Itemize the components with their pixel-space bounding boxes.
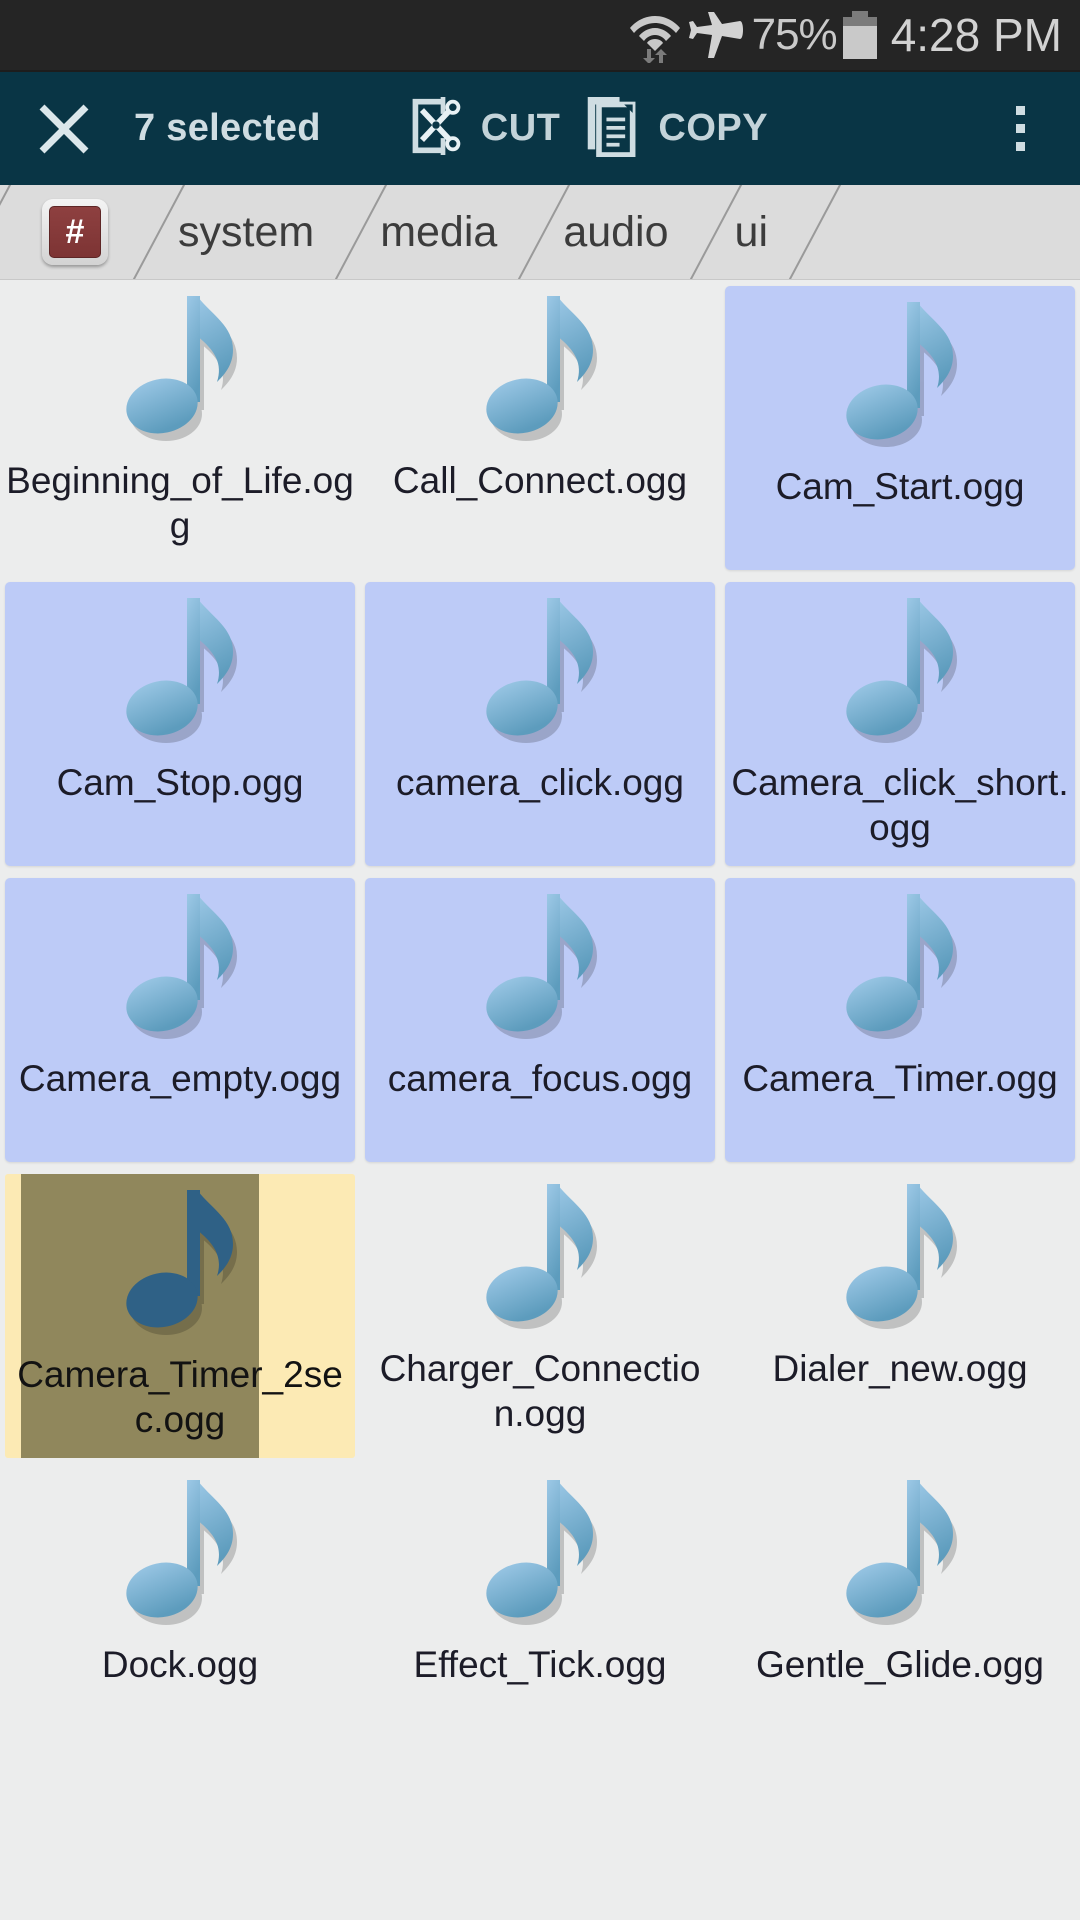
file-name-label: Dock.ogg	[101, 1644, 259, 1685]
music-note-icon	[105, 598, 255, 758]
copy-button[interactable]: COPY	[572, 72, 780, 185]
file-name-label: Camera_empty.ogg	[18, 1058, 342, 1099]
file-tile[interactable]: Camera_Timer.ogg	[725, 878, 1075, 1162]
file-name-label: Gentle_Glide.ogg	[756, 1644, 1044, 1685]
music-note-icon	[105, 1190, 255, 1350]
music-note-icon	[465, 894, 615, 1054]
file-tile[interactable]: Beginning_of_Life.ogg	[0, 280, 360, 576]
breadcrumb-item-ui[interactable]: ui	[695, 185, 794, 279]
selection-count-label: 7 selected	[134, 107, 321, 149]
file-name-label: Beginning_of_Life.ogg	[6, 460, 354, 547]
music-note-icon	[465, 598, 615, 758]
breadcrumb-item-root[interactable]: #	[0, 185, 138, 279]
music-note-icon	[105, 296, 255, 456]
battery-percent-label: 75%	[751, 10, 838, 59]
file-name-label: camera_focus.ogg	[387, 1058, 693, 1099]
breadcrumb-item-media[interactable]: media	[340, 185, 523, 279]
cut-icon	[407, 95, 465, 162]
file-tile[interactable]: camera_click.ogg	[365, 582, 715, 866]
copy-label: COPY	[658, 107, 769, 149]
wifi-icon	[628, 7, 682, 63]
file-name-label: Charger_Connection.ogg	[379, 1348, 701, 1435]
file-tile[interactable]: Cam_Stop.ogg	[5, 582, 355, 866]
root-hash-icon: #	[42, 199, 108, 265]
music-note-icon	[825, 894, 975, 1054]
file-tile[interactable]: Charger_Connection.ogg	[360, 1168, 720, 1464]
breadcrumb: # system media audio ui	[0, 185, 1080, 280]
file-name-label: Camera_click_short.ogg	[731, 762, 1069, 849]
file-tile[interactable]: Call_Connect.ogg	[360, 280, 720, 576]
file-name-label: Camera_Timer.ogg	[742, 1058, 1058, 1099]
music-note-icon	[105, 894, 255, 1054]
file-name-label: Dialer_new.ogg	[772, 1348, 1028, 1389]
file-tile[interactable]: Camera_empty.ogg	[5, 878, 355, 1162]
music-note-icon	[465, 1184, 615, 1344]
file-tile[interactable]: Dock.ogg	[0, 1464, 360, 1760]
breadcrumb-item-audio[interactable]: audio	[523, 185, 694, 279]
copy-icon	[584, 95, 642, 162]
cut-button[interactable]: CUT	[395, 72, 573, 185]
music-note-icon	[825, 598, 975, 758]
clock-label: 4:28 PM	[890, 9, 1062, 61]
file-tile[interactable]: Cam_Start.ogg	[725, 286, 1075, 570]
airplane-mode-icon	[688, 11, 744, 59]
breadcrumb-item-system[interactable]: system	[138, 185, 340, 279]
music-note-icon	[825, 302, 975, 462]
root-hash-glyph: #	[49, 206, 101, 258]
music-note-icon	[825, 1184, 975, 1344]
music-note-icon	[105, 1480, 255, 1640]
file-tile[interactable]: Camera_Timer_2sec.ogg	[5, 1174, 355, 1458]
battery-icon	[842, 11, 877, 59]
music-note-icon	[465, 296, 615, 456]
music-note-icon	[465, 1480, 615, 1640]
file-tile[interactable]: camera_focus.ogg	[365, 878, 715, 1162]
music-note-icon	[825, 1480, 975, 1640]
file-tile[interactable]: Camera_click_short.ogg	[725, 582, 1075, 866]
file-tile[interactable]: Effect_Tick.ogg	[360, 1464, 720, 1760]
file-tile[interactable]: Dialer_new.ogg	[720, 1168, 1080, 1464]
close-icon[interactable]	[22, 87, 106, 171]
file-name-label: Camera_Timer_2sec.ogg	[17, 1354, 343, 1441]
file-grid: Beginning_of_Life.ogg Call_Connect.ogg C…	[0, 280, 1080, 1760]
file-name-label: Effect_Tick.ogg	[413, 1644, 667, 1685]
file-name-label: camera_click.ogg	[396, 762, 684, 803]
more-options-icon[interactable]	[982, 72, 1058, 185]
file-tile[interactable]: Gentle_Glide.ogg	[720, 1464, 1080, 1760]
file-name-label: Call_Connect.ogg	[392, 460, 688, 501]
status-bar: 75% 4:28 PM	[0, 0, 1080, 72]
selection-action-bar: 7 selected CUT COPY	[0, 72, 1080, 185]
file-name-label: Cam_Stop.ogg	[56, 762, 304, 803]
file-name-label: Cam_Start.ogg	[775, 466, 1025, 507]
cut-label: CUT	[480, 107, 561, 149]
